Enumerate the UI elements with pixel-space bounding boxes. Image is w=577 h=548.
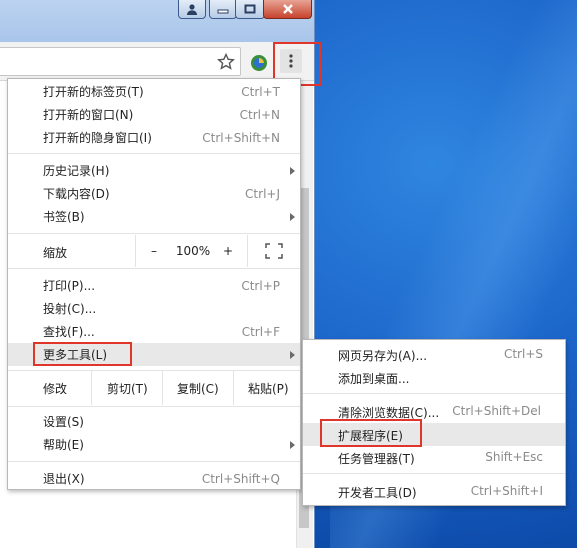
menu-item-label: 打开新的窗口(N) [43,108,134,122]
menu-item-shortcut: Ctrl+T [241,84,280,99]
menu-item-shortcut: Ctrl+F [241,324,280,339]
zoom-divider [247,235,248,267]
menu-item-label: 退出(X) [43,472,85,486]
submenu-arrow-icon [290,212,295,221]
menu-item-find[interactable]: 查找(F)... Ctrl+F [8,320,300,343]
submenu-item-label: 任务管理器(T) [338,452,415,466]
extensions-highlight [320,419,422,447]
menu-separator [8,406,300,407]
submenu-arrow-icon [290,440,295,449]
submenu-item-shortcut: Shift+Esc [485,450,543,464]
submenu-item-label: 网页另存为(A)... [338,349,428,363]
maximize-icon [244,4,256,14]
submenu-item-add-to-desktop[interactable]: 添加到桌面... [303,366,565,389]
submenu-separator [303,473,565,474]
submenu-arrow-icon [290,350,295,359]
fullscreen-icon[interactable] [265,243,283,259]
chrome-main-menu: 打开新的标签页(T) Ctrl+T 打开新的窗口(N) Ctrl+N 打开新的隐… [7,78,301,490]
menu-item-label: 打印(P)... [43,279,96,293]
star-icon[interactable] [216,52,236,72]
submenu-item-dev-tools[interactable]: 开发者工具(D) Ctrl+Shift+I [303,480,565,503]
edit-row: 修改 剪切(T) 复制(C) 粘贴(P) [8,371,300,405]
browser-toolbar [0,42,314,81]
more-tools-highlight [33,342,132,366]
menu-item-label: 查找(F)... [43,325,95,339]
menu-item-exit[interactable]: 退出(X) Ctrl+Shift+Q [8,467,300,490]
edit-divider [162,371,163,405]
menu-item-help[interactable]: 帮助(E) [8,433,300,456]
menu-item-label: 书签(B) [43,210,85,224]
address-bar[interactable] [0,47,241,76]
menu-item-shortcut: Ctrl+P [241,278,280,293]
maximize-button[interactable] [235,0,265,19]
menu-item-new-incognito[interactable]: 打开新的隐身窗口(I) Ctrl+Shift+N [8,126,300,149]
cut-button[interactable]: 剪切(T) [107,380,148,397]
zoom-out-button[interactable]: – [136,241,172,261]
title-bar [0,0,314,42]
menu-item-settings[interactable]: 设置(S) [8,410,300,433]
menu-item-label: 打开新的标签页(T) [43,85,144,99]
edit-divider [233,371,234,405]
menu-item-label: 帮助(E) [43,438,84,452]
close-icon [282,4,293,14]
edit-label: 修改 [43,382,68,396]
zoom-row: 缩放 – 100% + [8,235,300,267]
user-button[interactable] [178,0,206,19]
zoom-label: 缩放 [43,246,68,260]
zoom-level: 100% [175,244,211,258]
menu-item-new-tab[interactable]: 打开新的标签页(T) Ctrl+T [8,80,300,103]
submenu-item-label: 开发者工具(D) [338,486,417,500]
menu-item-label: 打开新的隐身窗口(I) [43,131,152,145]
menu-separator [8,233,300,234]
minimize-button[interactable] [209,0,237,19]
paste-button[interactable]: 粘贴(P) [248,380,289,397]
submenu-arrow-icon [290,166,295,175]
zoom-in-button[interactable]: + [213,241,243,261]
menu-item-label: 投射(C)... [43,302,97,316]
menu-item-label: 设置(S) [43,415,84,429]
menu-item-history[interactable]: 历史记录(H) [8,159,300,182]
menu-item-label: 历史记录(H) [43,164,110,178]
menu-item-shortcut: Ctrl+Shift+Q [201,471,280,486]
minimize-icon [217,9,229,14]
menu-separator [8,153,300,154]
menu-item-cast[interactable]: 投射(C)... [8,297,300,320]
menu-item-print[interactable]: 打印(P)... Ctrl+P [8,274,300,297]
menu-item-new-window[interactable]: 打开新的窗口(N) Ctrl+N [8,103,300,126]
menu-item-label: 下载内容(D) [43,187,110,201]
submenu-item-task-manager[interactable]: 任务管理器(T) Shift+Esc [303,446,565,469]
user-icon [187,4,197,15]
copy-button[interactable]: 复制(C) [177,380,219,397]
submenu-item-label: 添加到桌面... [338,372,410,386]
edit-divider [91,371,92,405]
menu-item-shortcut: Ctrl+Shift+N [202,130,280,145]
menu-separator [8,268,300,269]
menu-separator [8,461,300,462]
menu-item-shortcut: Ctrl+J [245,186,280,201]
submenu-item-shortcut: Ctrl+S [503,347,543,361]
menu-item-shortcut: Ctrl+N [239,107,280,122]
submenu-item-shortcut: Ctrl+Shift+Del [452,404,541,418]
submenu-item-shortcut: Ctrl+Shift+I [470,484,543,498]
submenu-separator [303,393,565,394]
menu-item-downloads[interactable]: 下载内容(D) Ctrl+J [8,182,300,205]
extension-icon[interactable] [250,54,268,72]
close-button[interactable] [263,0,312,19]
menu-item-bookmarks[interactable]: 书签(B) [8,205,300,228]
submenu-item-save-page[interactable]: 网页另存为(A)... Ctrl+S [303,343,565,366]
